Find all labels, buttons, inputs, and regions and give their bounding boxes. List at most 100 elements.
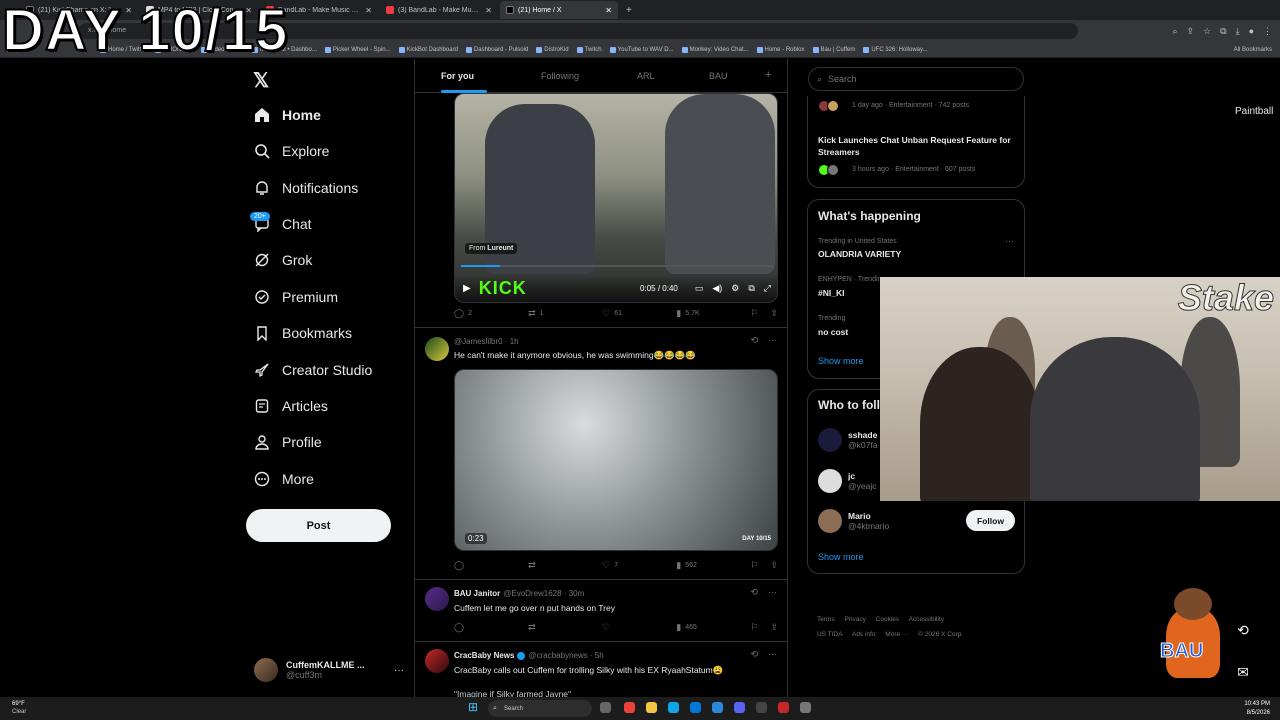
nav-item-home[interactable]: Home [253, 100, 321, 130]
trend-name[interactable]: OLANDRIA VARIETY [818, 249, 901, 259]
settings-icon[interactable] [800, 702, 811, 713]
new-tab-icon[interactable]: + [626, 5, 632, 16]
bookmark-icon[interactable]: ⚐ [750, 560, 758, 571]
play-icon[interactable]: ▶ [463, 283, 471, 294]
bookmark-item[interactable]: UFC 326: Holloway... [863, 46, 928, 53]
nav-item-premium[interactable]: Premium [253, 282, 338, 312]
captions-icon[interactable]: ▭ [695, 283, 704, 294]
post-handle[interactable]: @Jameslilbr0 [454, 337, 503, 346]
nav-item-articles[interactable]: Articles [253, 391, 328, 421]
star-icon[interactable]: ☆ [1203, 26, 1211, 37]
tab-bau[interactable]: BAU [709, 71, 728, 81]
like-button[interactable]: ♡ 7 [602, 560, 676, 571]
video-player[interactable]: From Lureunt ▶ KICK 0:05 / 0:40 ▭ ◀) ⚙ ⧉… [454, 93, 778, 303]
nav-item-grok[interactable]: Grok [253, 245, 312, 275]
taskbar-search[interactable]: ⌕ Search [488, 700, 592, 717]
grok-icon[interactable]: ⟲ [750, 649, 758, 660]
menu-icon[interactable]: ⋮ [1263, 26, 1272, 37]
footer-link-ads-info[interactable]: Ads info [852, 631, 876, 638]
reply-button[interactable]: ◯ 2 [454, 308, 528, 319]
messages-float-icon[interactable]: ✉ [1233, 662, 1253, 682]
close-tab-icon[interactable]: ✕ [485, 6, 492, 15]
post-author[interactable]: CracBaby News [454, 651, 514, 660]
bookmark-item[interactable]: Dashboard - Pulsoid [465, 46, 528, 53]
edge-icon[interactable] [668, 702, 679, 713]
account-switcher[interactable]: CuffemKALLME ... @cuff3m ··· [254, 655, 404, 685]
like-button[interactable]: ♡ [602, 622, 676, 633]
all-bookmarks-button[interactable]: All Bookmarks [1234, 47, 1272, 53]
tab-following[interactable]: Following [541, 71, 579, 81]
bookmark-item[interactable]: YouTube to WAV D... [609, 46, 674, 53]
pip-icon[interactable]: ⧉ [748, 283, 754, 294]
weather-widget[interactable]: 69°F Clear [12, 700, 26, 716]
repost-button[interactable]: ⇄ [528, 560, 602, 571]
repost-button[interactable]: ⇄ 1 [528, 308, 602, 319]
tab-arl[interactable]: ARL [637, 71, 655, 81]
bookmark-item[interactable]: Picker Wheel - Spin... [324, 46, 391, 53]
follow-suggestion[interactable]: jc @yeajc [818, 469, 876, 493]
grok-icon[interactable]: ⟲ [750, 335, 758, 346]
extensions-icon[interactable]: ⧉ [1220, 26, 1226, 37]
follow-suggestion[interactable]: Mario @4ktmario [818, 509, 889, 533]
follow-button[interactable]: Follow [966, 510, 1015, 531]
grok-float-icon[interactable]: ⟲ [1233, 620, 1253, 640]
views-button[interactable]: ▮ 562 [676, 560, 750, 571]
like-button[interactable]: ♡ 61 [602, 308, 676, 319]
post-handle[interactable]: @EvoDrew1628 [503, 589, 561, 598]
footer-link-cookies[interactable]: Cookies [876, 616, 899, 623]
nav-item-notifications[interactable]: Notifications [253, 173, 358, 203]
bookmark-item[interactable]: Twitch [576, 46, 602, 53]
repost-button[interactable]: ⇄ [528, 622, 602, 633]
post-button[interactable]: Post [246, 509, 391, 542]
search-input[interactable]: ⌕ Search [808, 67, 1024, 91]
more-dots-icon[interactable]: ··· [768, 587, 777, 598]
footer-link-terms[interactable]: Terms [817, 616, 835, 623]
show-more-link[interactable]: Show more [818, 552, 864, 562]
app-icon[interactable] [778, 702, 789, 713]
zoom-icon[interactable]: ⌕ [1172, 26, 1177, 37]
system-clock[interactable]: 10:43 PM 8/5/2026 [1244, 700, 1270, 718]
bookmark-item[interactable]: Home - Roblox [756, 46, 805, 53]
footer-link-privacy[interactable]: Privacy [845, 616, 866, 623]
share-icon[interactable]: ⇪ [1187, 26, 1195, 37]
bookmark-icon[interactable]: ⚐ [750, 622, 758, 633]
bookmark-item[interactable]: Bau | Cuffem [812, 46, 855, 53]
share-icon[interactable]: ⇪ [770, 308, 778, 319]
app-icon[interactable] [756, 702, 767, 713]
volume-icon[interactable]: ◀) [712, 283, 722, 294]
trend-name[interactable]: no cost [818, 327, 848, 337]
nav-item-more[interactable]: More [253, 464, 314, 494]
nav-item-explore[interactable]: Explore [253, 136, 329, 166]
footer-link-more[interactable]: More ··· [885, 631, 908, 638]
nav-item-bookmarks[interactable]: Bookmarks [253, 318, 352, 348]
chrome-icon[interactable] [624, 702, 635, 713]
taskview-icon[interactable] [600, 702, 611, 713]
app-icon[interactable] [712, 702, 723, 713]
post-author[interactable]: BAU Janitor [454, 589, 500, 598]
nav-item-creator-studio[interactable]: Creator Studio [253, 355, 372, 385]
share-icon[interactable]: ⇪ [770, 560, 778, 571]
views-button[interactable]: ▮ 465 [676, 622, 750, 633]
video-source-tag[interactable]: From Lureunt [465, 243, 518, 254]
more-dots-icon[interactable]: ··· [1005, 236, 1014, 246]
bookmark-icon[interactable]: ⚐ [750, 308, 758, 319]
trend-name[interactable]: #NI_KI [818, 288, 844, 298]
footer-link-accessibility[interactable]: Accessibility [909, 616, 944, 623]
more-dots-icon[interactable]: ··· [768, 649, 777, 660]
nav-item-profile[interactable]: Profile [253, 427, 322, 457]
views-button[interactable]: ▮ 5.7K [676, 308, 750, 319]
video-progress-bar[interactable] [461, 265, 773, 267]
folder-icon[interactable] [646, 702, 657, 713]
more-dots-icon[interactable]: ··· [768, 335, 777, 346]
share-icon[interactable]: ⇪ [770, 622, 778, 633]
app-icon[interactable] [690, 702, 701, 713]
video-player[interactable]: 0:23 DAY 10/15 [454, 369, 778, 551]
news-title[interactable]: Kick Launches Chat Unban Request Feature… [818, 134, 1018, 158]
discord-icon[interactable] [734, 702, 745, 713]
follow-suggestion[interactable]: sshade @k07fa [818, 428, 877, 452]
bookmark-item[interactable]: Monkey: Video Chat... [681, 46, 749, 53]
browser-tab[interactable]: (3) BandLab - Make Music Onli✕ [380, 1, 498, 19]
footer-link-us-tida[interactable]: US TIDA [817, 631, 843, 638]
download-icon[interactable]: ⤓ [1236, 26, 1240, 37]
more-dots-icon[interactable]: ··· [394, 665, 404, 676]
